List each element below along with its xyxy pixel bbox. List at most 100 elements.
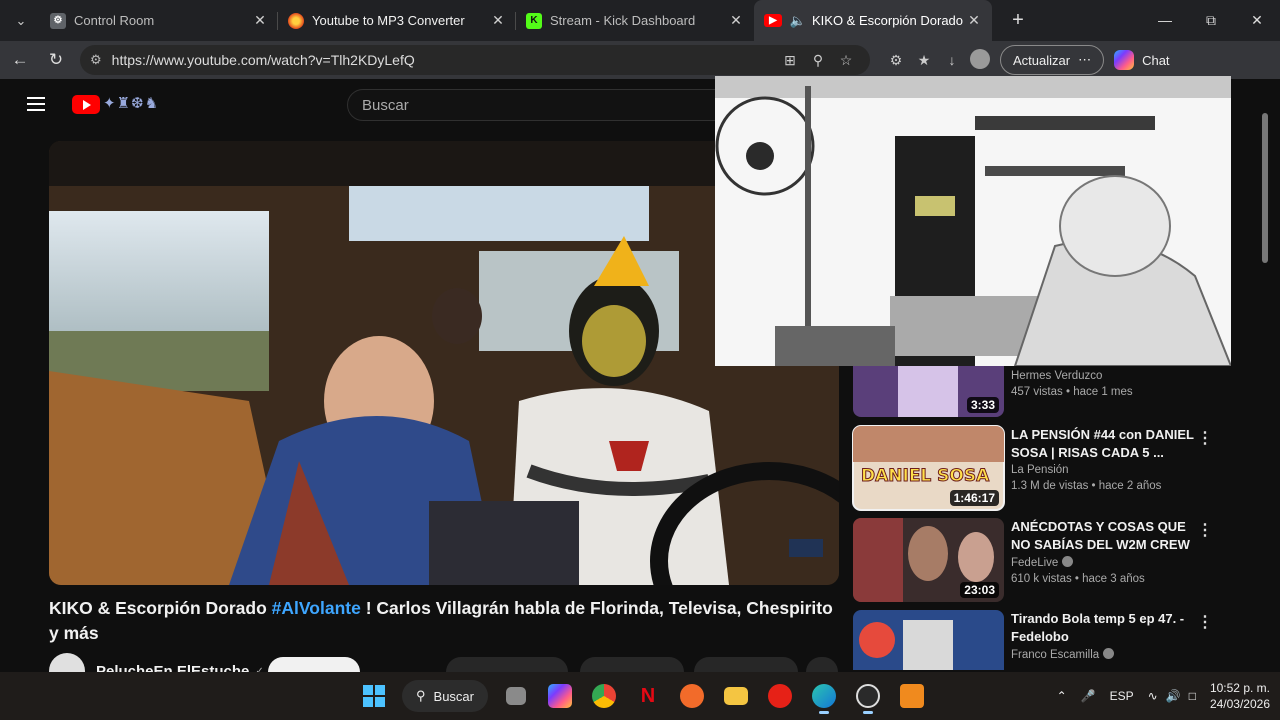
video-thumbnail[interactable]: 23:03 <box>853 518 1004 602</box>
reload-icon[interactable]: ↻ <box>38 50 74 70</box>
zoom-icon[interactable]: ⚲ <box>804 52 832 69</box>
chrome-icon[interactable] <box>582 676 626 716</box>
start-windows-icon[interactable] <box>352 676 396 716</box>
close-tab-icon[interactable]: ✕ <box>250 12 270 29</box>
taskbar-search-label: Buscar <box>433 688 474 704</box>
copilot-icon <box>1114 50 1135 70</box>
share-button[interactable] <box>580 657 684 672</box>
youtube-doodle[interactable]: ✦♜❆♞ <box>103 94 159 112</box>
tab-control-room[interactable]: ⚙ Control Room ✕ <box>40 0 278 41</box>
volume-icon[interactable]: 🔊 <box>1166 689 1181 703</box>
tab-youtube-video[interactable]: ▶ 🔈 KIKO & Escorpión Dorado #Al ✕ <box>754 0 992 41</box>
channel-name[interactable]: Franco Escamilla <box>1011 648 1201 661</box>
restore-icon[interactable]: ⧉ <box>1188 12 1234 29</box>
search-input[interactable]: Buscar <box>347 89 727 121</box>
hashtag-link[interactable]: #AlVolante <box>272 598 361 618</box>
clock-date: 24/03/2026 <box>1209 697 1270 711</box>
video-meta: LA PENSIÓN #44 con DANIEL SOSA | RISAS C… <box>1011 426 1201 492</box>
more-vertical-icon[interactable]: ⋮ <box>1197 612 1213 632</box>
channel-name[interactable]: La Pensión <box>1011 464 1201 476</box>
task-view-icon[interactable] <box>494 676 538 716</box>
like-dislike-buttons[interactable] <box>446 657 568 672</box>
profile-avatar-icon[interactable] <box>966 48 994 72</box>
tab-title: Stream - Kick Dashboard <box>550 13 696 28</box>
close-window-icon[interactable]: ✕ <box>1234 12 1280 29</box>
video-thumbnail[interactable]: 3:33 <box>853 366 1004 417</box>
browser-tab-bar: ⌄ ⚙ Control Room ✕ Youtube to MP3 Conver… <box>0 0 1280 41</box>
download-button[interactable] <box>694 657 798 672</box>
more-vertical-icon[interactable]: ⋮ <box>1197 520 1213 540</box>
menu-hamburger-icon[interactable] <box>27 97 45 111</box>
tab-list-chevron-icon[interactable]: ⌄ <box>6 6 36 36</box>
url-text: https://www.youtube.com/watch?v=Tlh2KDyL… <box>111 52 415 68</box>
edge-icon[interactable] <box>802 676 846 716</box>
youtube-app-icon[interactable] <box>758 676 802 716</box>
windows-taskbar: ⚲ Buscar N ⌃ 🎤 ESP ∿ 🔊 □ 10:52 p. m. 24/… <box>0 672 1280 720</box>
netflix-icon[interactable]: N <box>626 676 670 716</box>
clock[interactable]: 10:52 p. m. 24/03/2026 <box>1210 680 1270 712</box>
extensions-icon[interactable]: ⚙ <box>882 52 910 69</box>
video-title-main: KIKO & Escorpión Dorado <box>49 598 267 618</box>
system-tray: ⌃ 🎤 ESP ∿ 🔊 □ 10:52 p. m. 24/03/2026 <box>1043 672 1270 720</box>
channel-avatar[interactable] <box>49 653 85 672</box>
url-omnibox[interactable]: ⚙ https://www.youtube.com/watch?v=Tlh2KD… <box>80 45 870 75</box>
wifi-icon[interactable]: ∿ <box>1148 689 1158 703</box>
list-item[interactable]: DANIEL SOSA 1:46:17 LA PENSIÓN #44 con D… <box>852 425 1223 511</box>
video-title[interactable]: LA PENSIÓN #44 con DANIEL SOSA | RISAS C… <box>1011 426 1201 462</box>
battery-icon[interactable]: □ <box>1189 689 1196 703</box>
microphone-icon[interactable]: 🎤 <box>1081 689 1096 703</box>
video-thumbnail[interactable] <box>853 610 1004 670</box>
favorites-icon[interactable]: ★ <box>910 52 938 69</box>
views-age: 610 k vistas • hace 3 años <box>1011 573 1145 585</box>
subscribe-button[interactable] <box>268 657 360 672</box>
video-title[interactable]: Tirando Bola temp 5 ep 47. - Fedelobo <box>1011 610 1201 646</box>
webcam-overlay <box>715 76 1231 366</box>
minimize-icon[interactable]: — <box>1142 12 1188 29</box>
copilot-app-icon[interactable] <box>538 676 582 716</box>
update-label: Actualizar <box>1013 52 1071 68</box>
site-info-icon[interactable]: ⚙ <box>90 52 102 68</box>
video-thumbnail[interactable]: DANIEL SOSA 1:46:17 <box>852 425 1005 511</box>
apps-grid-icon[interactable]: ⊞ <box>776 52 804 69</box>
list-item[interactable]: 23:03 ANÉCDOTAS Y COSAS QUE NO SABÍAS DE… <box>853 518 1223 602</box>
update-button[interactable]: Actualizar ⋯ <box>1000 45 1105 75</box>
window-controls: — ⧉ ✕ <box>1142 12 1280 29</box>
channel-name[interactable]: PelucheEn ElEstuche <box>96 663 249 673</box>
tab-mp3-converter[interactable]: Youtube to MP3 Converter ✕ <box>278 0 516 41</box>
tab-kick-dashboard[interactable]: K Stream - Kick Dashboard ✕ <box>516 0 754 41</box>
close-tab-icon[interactable]: ✕ <box>488 12 508 29</box>
video-title[interactable]: ANÉCDOTAS Y COSAS QUE NO SABÍAS DEL W2M … <box>1011 518 1201 554</box>
orange-app-icon[interactable] <box>670 676 714 716</box>
close-tab-icon[interactable]: ✕ <box>964 12 984 29</box>
close-tab-icon[interactable]: ✕ <box>726 12 746 29</box>
video-meta: ANÉCDOTAS Y COSAS QUE NO SABÍAS DEL W2M … <box>1011 518 1201 585</box>
youtube-logo-icon[interactable] <box>72 95 100 114</box>
duration-badge: 1:46:17 <box>949 490 999 506</box>
language-indicator[interactable]: ESP <box>1110 689 1134 703</box>
kick-icon: K <box>526 12 542 29</box>
favorite-star-icon[interactable]: ☆ <box>832 52 860 69</box>
downloads-icon[interactable]: ↓ <box>938 52 966 68</box>
video-meta: Hermes Verduzco 457 vistas • hace 1 mes <box>1011 366 1201 398</box>
duration-badge: 3:33 <box>966 397 999 413</box>
taskbar-search[interactable]: ⚲ Buscar <box>402 680 488 712</box>
copilot-chat-button[interactable]: Chat <box>1114 50 1170 70</box>
new-tab-plus-icon[interactable]: + <box>998 9 1038 32</box>
more-vertical-icon[interactable]: ⋮ <box>1197 428 1213 448</box>
back-arrow-icon[interactable]: ← <box>2 50 38 70</box>
channel-name[interactable]: Hermes Verduzco <box>1011 370 1201 382</box>
chevron-up-icon[interactable]: ⌃ <box>1057 689 1067 703</box>
youtube-icon: ▶ <box>764 14 782 27</box>
tab-title: Youtube to MP3 Converter <box>312 13 465 28</box>
fl-studio-icon[interactable] <box>890 676 934 716</box>
channel-name[interactable]: FedeLive <box>1011 556 1201 569</box>
speaker-icon[interactable]: 🔈 <box>790 13 806 29</box>
verified-check-icon <box>1103 648 1115 659</box>
taskbar-apps: ⚲ Buscar N <box>352 672 934 720</box>
file-explorer-icon[interactable] <box>714 676 758 716</box>
obs-icon[interactable] <box>846 676 890 716</box>
page-scrollbar[interactable] <box>1262 79 1270 672</box>
list-item[interactable]: Tirando Bola temp 5 ep 47. - Fedelobo Fr… <box>853 610 1223 670</box>
more-actions-button[interactable] <box>806 657 838 672</box>
scrollbar-thumb[interactable] <box>1262 113 1268 263</box>
